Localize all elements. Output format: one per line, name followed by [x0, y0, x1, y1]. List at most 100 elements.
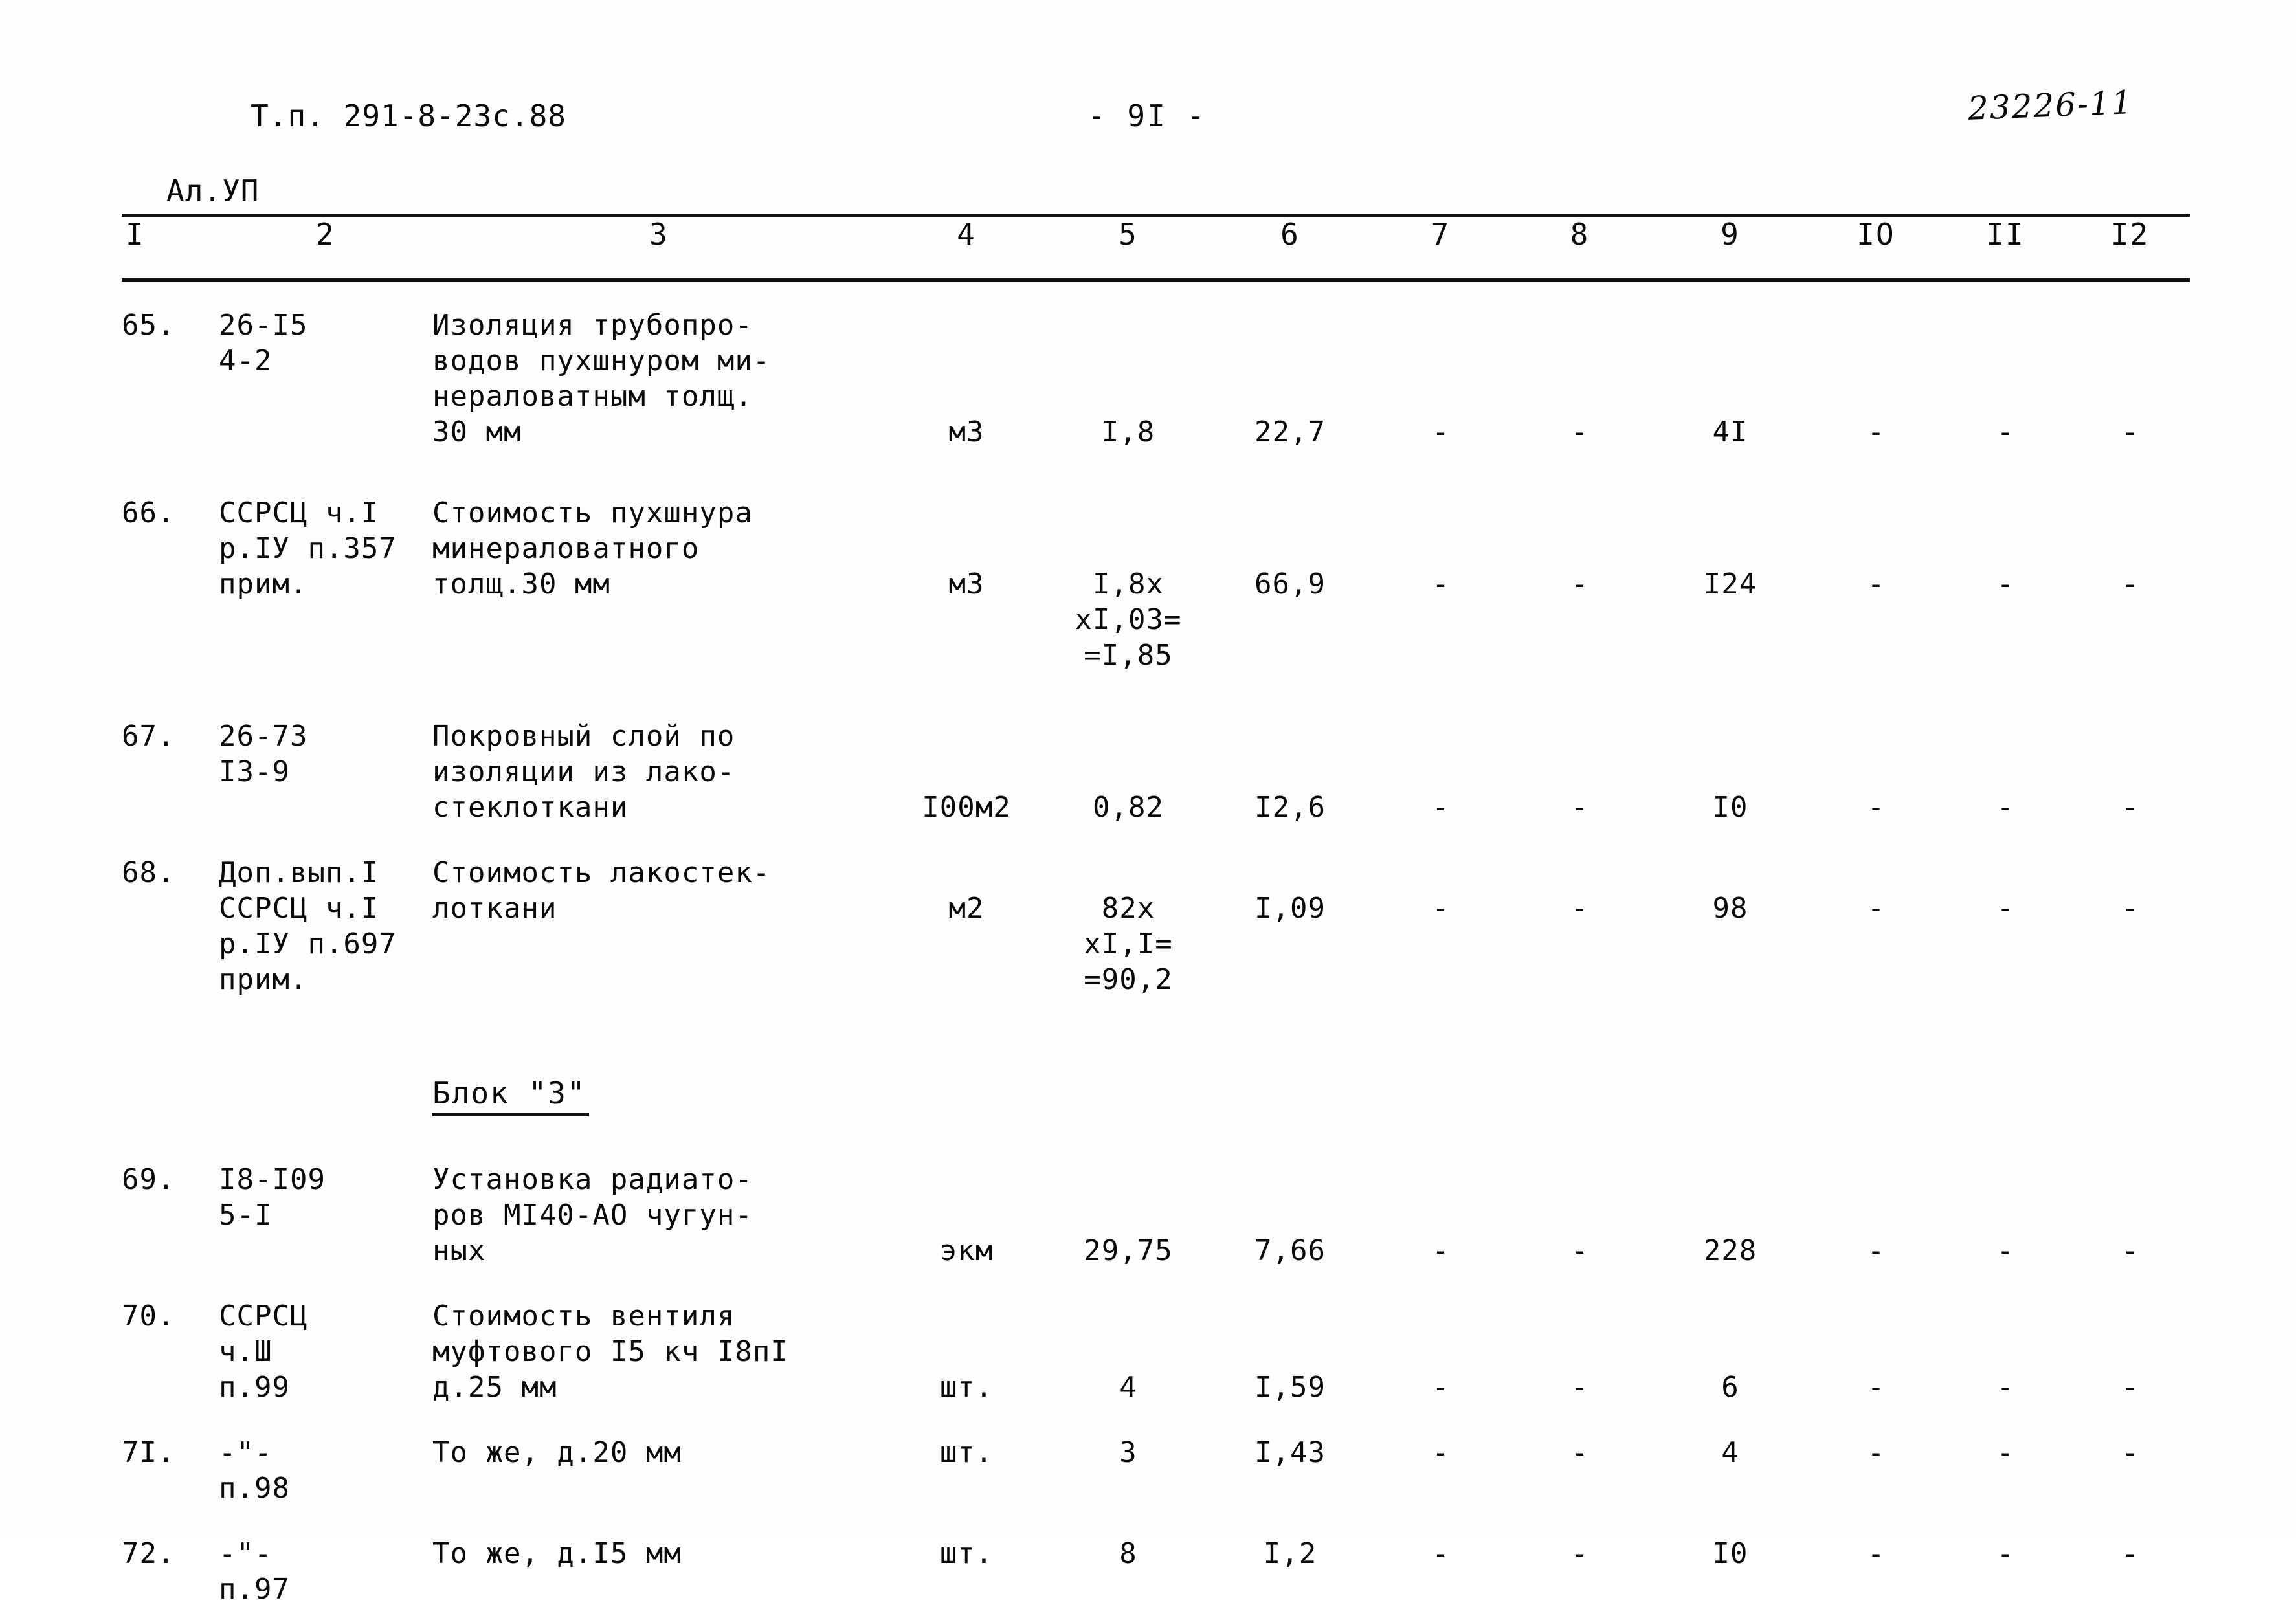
row-unit: I00м2 [922, 791, 1011, 824]
table-column-header-row: I 2 3 4 5 6 7 8 9 IO II I2 [122, 217, 2190, 282]
column-header-12: I2 [2110, 217, 2150, 252]
row-gap [122, 997, 2190, 1043]
row-number: 66. [122, 496, 175, 529]
row-value-10: - [1867, 1234, 1885, 1267]
row-unit: м3 [948, 416, 985, 449]
row-value-7: - [1432, 791, 1449, 824]
row-value-9: 6 [1721, 1371, 1739, 1404]
row-value-5: 8 [1119, 1537, 1137, 1570]
row-value-5: 3 [1119, 1436, 1137, 1469]
row-value-12: - [2121, 1436, 2139, 1469]
row-value-10: - [1867, 1537, 1885, 1570]
table-row: 65. 26-I5 4-2 Изоляция трубопро- водов п… [122, 307, 2190, 450]
column-header-3: 3 [649, 217, 669, 252]
spacer-cell [122, 997, 2190, 1043]
row-unit: экм [939, 1234, 994, 1267]
section-heading-row: Блок "З" [122, 1043, 2190, 1116]
row-description: Стоимость пухшнура минераловатного толщ.… [432, 496, 753, 601]
spacer-cell [122, 1269, 2190, 1298]
row-value-7: - [1432, 1371, 1449, 1404]
row-value-6: I,59 [1254, 1371, 1326, 1404]
spacer-cell [122, 282, 2190, 307]
spacer-cell [122, 0, 2190, 217]
row-code: 26-73 I3-9 [219, 720, 308, 788]
row-value-12: - [2121, 568, 2139, 601]
row-value-12: - [2121, 892, 2139, 925]
row-description: То же, д.20 мм [432, 1436, 682, 1469]
row-value-5: 4 [1119, 1371, 1137, 1404]
spacer-cell [122, 1506, 2190, 1536]
row-gap [122, 1116, 2190, 1162]
row-value-5: I,8 [1101, 416, 1155, 449]
table-row: 7I. -"- п.98 То же, д.20 мм шт. 3 I,43 -… [122, 1435, 2190, 1506]
section-heading-cell: Блок "З" [432, 1043, 2190, 1116]
row-number: 69. [122, 1163, 175, 1196]
row-number: 68. [122, 856, 175, 889]
row-value-9: I0 [1712, 1537, 1748, 1570]
row-unit: шт. [939, 1537, 994, 1570]
row-value-6: I,43 [1254, 1436, 1326, 1469]
row-value-9: 98 [1712, 892, 1748, 925]
spacer-cell [122, 1405, 2190, 1435]
row-value-10: - [1867, 568, 1885, 601]
table-row: 69. I8-I09 5-I Установка радиато- ров МI… [122, 1162, 2190, 1269]
row-value-10: - [1867, 791, 1885, 824]
row-number: 7I. [122, 1436, 175, 1469]
document-page: Т.п. 291-8-23с.88 Ал.УП - 9I - 23226-11 … [0, 0, 2296, 1606]
table-row: 66. ССРСЦ ч.I р.IУ п.357 прим. Стоимость… [122, 495, 2190, 673]
row-value-11: - [1996, 1234, 2014, 1267]
row-value-6: 66,9 [1254, 568, 1326, 601]
spacer-cell [122, 1116, 2190, 1162]
column-header-5: 5 [1119, 217, 1138, 252]
column-header-8: 8 [1570, 217, 1590, 252]
spacer-cell [122, 673, 2190, 718]
row-description: Покровный слой по изоляции из лако- стек… [432, 720, 735, 824]
row-value-8: - [1571, 568, 1588, 601]
row-value-11: - [1996, 791, 2014, 824]
row-gap [122, 450, 2190, 495]
row-number: 72. [122, 1537, 175, 1570]
row-value-5: 29,75 [1084, 1234, 1173, 1267]
row-value-5: 0,82 [1093, 791, 1164, 824]
column-header-7: 7 [1431, 217, 1451, 252]
row-value-7: - [1432, 1234, 1449, 1267]
row-value-8: - [1571, 1436, 1588, 1469]
row-number: 70. [122, 1300, 175, 1333]
row-gap [122, 673, 2190, 718]
spacer-cell [122, 1043, 219, 1116]
row-value-11: - [1996, 416, 2014, 449]
row-value-12: - [2121, 1371, 2139, 1404]
row-unit: м3 [948, 568, 985, 601]
row-value-6: 7,66 [1254, 1234, 1326, 1267]
row-gap [122, 1506, 2190, 1536]
row-gap [122, 1269, 2190, 1298]
header-body-gap [122, 282, 2190, 307]
row-value-7: - [1432, 1537, 1449, 1570]
spacer-cell [122, 825, 2190, 855]
column-header-9: 9 [1721, 217, 1740, 252]
column-header-11: II [1986, 217, 2025, 252]
spacer-cell [219, 1043, 432, 1116]
row-code: ССРСЦ ч.I р.IУ п.357 прим. [219, 496, 397, 601]
row-gap [122, 1405, 2190, 1435]
row-value-8: - [1571, 892, 1588, 925]
row-description: Стоимость вентиля муфтового I5 кч I8пI д… [432, 1300, 788, 1404]
estimate-table: I 2 3 4 5 6 7 8 9 IO II I2 65. 26-I5 4-2… [122, 0, 2190, 1607]
row-value-7: - [1432, 1436, 1449, 1469]
row-unit: м2 [948, 892, 985, 925]
row-description: Изоляция трубопро- водов пухшнуром ми- н… [432, 309, 771, 449]
row-code: -"- п.98 [219, 1436, 290, 1505]
row-value-12: - [2121, 416, 2139, 449]
column-header-1: I [126, 217, 145, 252]
row-description: Установка радиато- ров МI40-АО чугун- ны… [432, 1163, 753, 1267]
row-unit: шт. [939, 1371, 994, 1404]
column-header-4: 4 [957, 217, 976, 252]
row-value-11: - [1996, 1436, 2014, 1469]
row-code: 26-I5 4-2 [219, 309, 308, 377]
row-value-6: I,2 [1263, 1537, 1317, 1570]
row-code: Доп.вып.I ССРСЦ ч.I р.IУ п.697 прим. [219, 856, 397, 996]
table-row: 67. 26-73 I3-9 Покровный слой по изоляци… [122, 718, 2190, 825]
row-gap [122, 825, 2190, 855]
table-row: 72. -"- п.97 То же, д.I5 мм шт. 8 I,2 - … [122, 1536, 2190, 1607]
row-value-6: 22,7 [1254, 416, 1326, 449]
